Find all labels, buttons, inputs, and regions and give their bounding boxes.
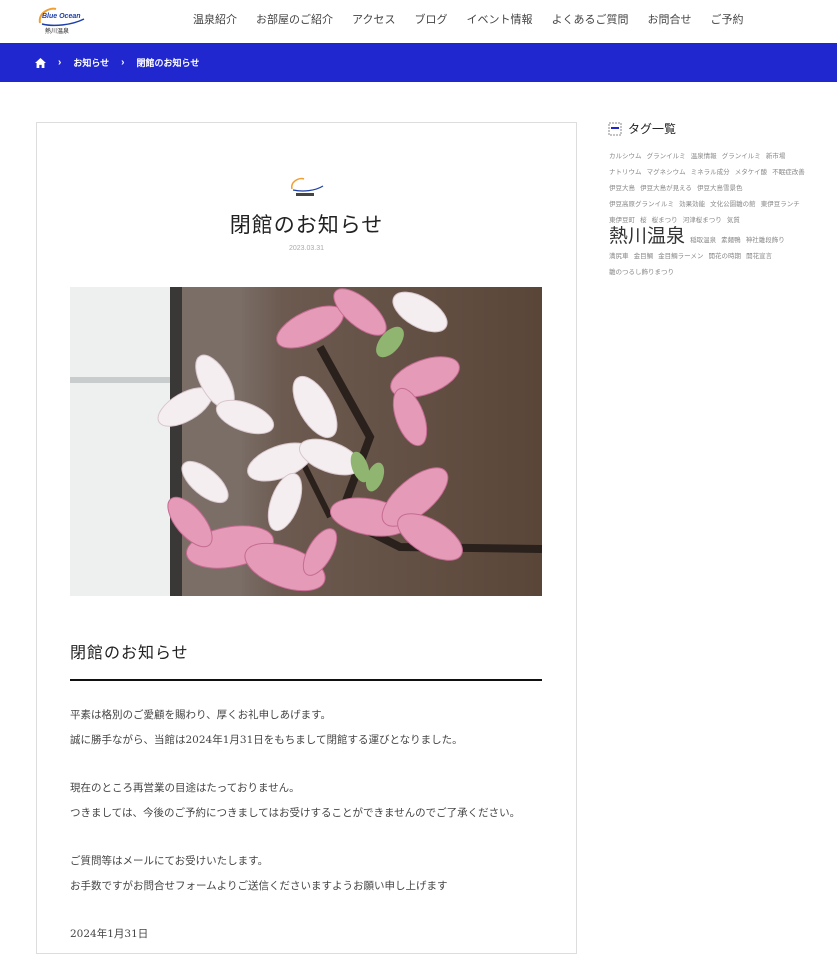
tag-link[interactable]: グランイルミ [647,152,686,160]
tag-cloud: カルシウム グランイルミ 温泉情報 グランイルミ 新市場 ナトリウム マグネシウ… [609,148,809,280]
article-logo [290,177,324,196]
post-paragraph-line: お手数ですがお問合せフォームよりご送信くださいますようお願い申し上げます [70,879,448,892]
tag-link[interactable]: 伊豆大島 [609,184,635,192]
post-signoff-date: 2024年1月31日 [70,928,149,940]
tag-link[interactable]: 効果効能 [679,200,705,208]
chevron-right-icon: › [121,57,125,68]
nav-link-access[interactable]: アクセス [352,11,395,27]
tag-link[interactable]: 東伊豆ランチ [761,200,800,208]
tag-link[interactable]: 伊豆大島雪景色 [697,184,743,192]
main-nav: 温泉紹介 お部屋のご紹介 アクセス ブログ イベント情報 よくあるご質問 お問合… [193,11,762,27]
post-image [70,287,542,596]
tag-link[interactable]: 河津桜まつり [683,216,722,224]
home-icon[interactable] [35,57,46,68]
tag-link[interactable]: 伊豆高原グランイルミ [609,200,674,208]
tag-link[interactable]: 素麺鴨 [721,236,741,244]
tag-link[interactable]: 東伊豆町 [609,216,635,224]
site-header: Blue Ocean 熱川温泉 温泉紹介 お部屋のご紹介 アクセス ブログ イベ… [0,0,837,43]
nav-link-blog[interactable]: ブログ [414,11,447,27]
tag-link[interactable]: 満尻車 [609,252,629,260]
tag-list-heading: タグ一覧 [608,120,676,137]
logo-subtitle: 熱川温泉 [45,29,70,35]
nav-link-reservation[interactable]: ご予約 [710,11,743,27]
tag-link[interactable]: 桜まつり [652,216,678,224]
tag-link[interactable]: 気質 [727,216,740,224]
tag-link[interactable]: 雛のつるし飾りまつり [609,268,674,276]
tag-list-title: タグ一覧 [628,122,677,136]
tag-link[interactable]: 文化公園雛の館 [710,200,756,208]
tag-link[interactable]: 伊豆大島が見える [640,184,692,192]
tag-link[interactable]: 開花の時期 [708,252,741,260]
post-date: 2023.03.31 [288,245,325,252]
tag-link[interactable]: 金目鯛 [634,252,654,260]
breadcrumb-item-news[interactable]: お知らせ [73,56,109,69]
post-paragraph-line: 誠に勝手ながら、当館は2024年1月31日をもちまして閉館する運びとなりました。 [70,733,463,746]
tag-link[interactable]: ナトリウム [609,168,642,176]
tag-link[interactable]: 神社雛段飾り [746,236,785,244]
heading-divider [70,679,542,681]
post-paragraph-line: 現在のところ再営業の目途はたっておりません。 [70,782,300,794]
post-paragraph-line: 平素は格別のご愛顧を賜わり、厚くお礼申しあげます。 [70,709,332,721]
tag-link[interactable]: 稲取温泉 [690,236,716,244]
chevron-right-icon: › [58,57,62,68]
tag-link[interactable]: ミネラル成分 [691,168,730,176]
article-card: 閉館のお知らせ 2023.03.31 閉館のお知らせ 平素は格別のご愛顧を賜わり… [36,122,577,954]
tag-link[interactable]: カルシウム [609,152,642,160]
tag-link[interactable]: 開花宣言 [746,252,772,260]
tag-link[interactable]: 温泉情報 [691,152,717,160]
post-title: 閉館のお知らせ [229,213,384,237]
post-body: 平素は格別のご愛顧を賜わり、厚くお礼申しあげます。 誠に勝手ながら、当館は202… [70,703,520,947]
site-logo[interactable]: Blue Ocean 熱川温泉 [36,5,86,37]
tag-link[interactable]: マグネシウム [647,168,686,176]
nav-link-contact[interactable]: お問合せ [647,11,691,27]
post-heading: 閉館のお知らせ [70,643,189,662]
nav-link-faq[interactable]: よくあるご質問 [551,11,628,27]
logo-text: Blue Ocean [42,13,81,20]
breadcrumb-item-current: 閉館のお知らせ [136,58,200,68]
tag-link[interactable]: 不眠症改善 [772,168,805,176]
nav-link-rooms[interactable]: お部屋のご紹介 [256,11,333,27]
post-paragraph-line: ご質問等はメールにてお受けいたします。 [70,855,269,867]
tag-link[interactable]: 桜 [640,216,647,224]
tag-link[interactable]: 新市場 [766,152,786,160]
nav-link-events[interactable]: イベント情報 [466,11,532,27]
tag-link[interactable]: メタケイ酸 [735,168,767,176]
nav-link-onsen[interactable]: 温泉紹介 [193,11,237,27]
post-paragraph-line: つきましては、今後のご予約につきましてはお受けすることができませんのでご了承くだ… [70,806,521,819]
breadcrumb: › お知らせ › 閉館のお知らせ [0,43,837,82]
tag-link-featured[interactable]: 熱川温泉 [609,225,685,247]
tag-icon [608,122,622,135]
tag-link[interactable]: グランイルミ [722,152,761,160]
tag-link[interactable]: 金目鯛ラーメン [658,252,703,260]
